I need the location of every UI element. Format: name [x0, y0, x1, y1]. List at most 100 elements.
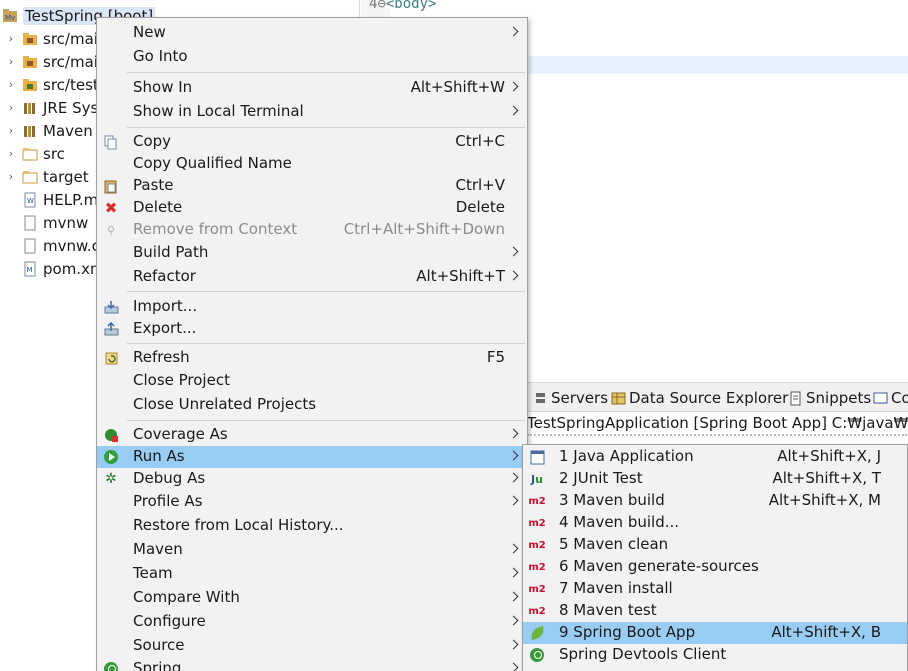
tab-label: Data Source Explorer: [629, 389, 789, 407]
tree-item[interactable]: › JRE Syst: [0, 96, 104, 119]
tab-data-source-explorer[interactable]: Data Source Explorer: [611, 389, 788, 407]
menu-item-run-as[interactable]: Run As: [97, 446, 527, 468]
menu-item-maven-generate-sources[interactable]: m2 6 Maven generate-sources: [523, 556, 907, 578]
menu-item-label: Close Project: [133, 371, 230, 389]
chevron-right-icon[interactable]: ›: [4, 78, 18, 91]
menu-item-spring-boot-app[interactable]: 9 Spring Boot App Alt+Shift+X, B: [523, 622, 907, 644]
tree-item[interactable]: W HELP.m: [0, 188, 98, 211]
menu-item-show-in[interactable]: Show In Alt+Shift+W: [97, 77, 527, 99]
tree-item[interactable]: › Maven: [0, 119, 93, 142]
chevron-right-icon: [510, 25, 518, 39]
chevron-right-icon[interactable]: ›: [4, 101, 18, 114]
menu-item-java-application[interactable]: 1 Java Application Alt+Shift+X, J: [523, 446, 907, 468]
menu-item-source[interactable]: Source: [97, 635, 527, 657]
tree-item[interactable]: › target: [0, 165, 89, 188]
maven-m2-icon: m2: [528, 605, 546, 617]
menu-item-close-project[interactable]: Close Project: [97, 370, 527, 392]
menu-item-label: Spring Devtools Client: [559, 645, 727, 663]
spring-boot-icon: [528, 625, 546, 641]
menu-item-label: 3 Maven build: [559, 491, 665, 509]
menu-item-label: Copy Qualified Name: [133, 154, 292, 172]
chevron-right-icon: [510, 245, 518, 259]
menu-item-team[interactable]: Team: [97, 563, 527, 585]
menu-item-label: Build Path: [133, 243, 209, 261]
menu-item-maven-build-dialog[interactable]: m2 4 Maven build...: [523, 512, 907, 534]
menu-item-paste[interactable]: Paste Ctrl+V: [97, 175, 527, 197]
menu-item-refresh[interactable]: Refresh F5: [97, 347, 527, 369]
menu-item-shortcut: Alt+Shift+X, M: [768, 491, 881, 509]
menu-item-label: Copy: [133, 132, 172, 150]
menu-item-import[interactable]: Import...: [97, 296, 527, 318]
menu-item-configure[interactable]: Configure: [97, 611, 527, 633]
menu-item-label: Close Unrelated Projects: [133, 395, 317, 413]
menu-item-profile-as[interactable]: Profile As: [97, 491, 527, 513]
menu-item-coverage-as[interactable]: Coverage As: [97, 424, 527, 446]
chevron-right-icon[interactable]: ›: [4, 55, 18, 68]
menu-item-shortcut: Ctrl+Alt+Shift+Down: [343, 220, 505, 238]
tab-servers[interactable]: Servers: [533, 389, 608, 407]
menu-item-show-in-local-terminal[interactable]: Show in Local Terminal: [97, 101, 527, 123]
chevron-right-icon[interactable]: ›: [4, 124, 18, 137]
menu-item-compare-with[interactable]: Compare With: [97, 587, 527, 609]
menu-item-copy[interactable]: Copy Ctrl+C: [97, 131, 527, 153]
menu-item-spring[interactable]: Spring: [97, 658, 527, 671]
fold-icon[interactable]: ⊖: [377, 0, 385, 12]
menu-item-restore-from-local-history[interactable]: Restore from Local History...: [97, 515, 527, 537]
tab-snippets[interactable]: Snippets: [788, 389, 871, 407]
chevron-right-icon[interactable]: ›: [4, 170, 18, 183]
tree-item-label: JRE Syst: [43, 98, 105, 117]
tree-item[interactable]: mvnw: [0, 211, 88, 234]
tree-item[interactable]: mvnw.c: [0, 234, 100, 257]
menu-item-build-path[interactable]: Build Path: [97, 242, 527, 264]
tree-item-label: HELP.m: [43, 190, 99, 209]
menu-item-shortcut: F5: [486, 348, 505, 366]
menu-item-label: Spring: [133, 659, 182, 671]
console-output-line: [527, 434, 907, 440]
menu-item-copy-qualified-name[interactable]: Copy Qualified Name: [97, 153, 527, 175]
menu-item-spring-devtools-client[interactable]: Spring Devtools Client: [523, 644, 907, 666]
svg-text:W: W: [27, 197, 34, 205]
menu-item-shortcut: Ctrl+V: [455, 176, 505, 194]
menu-item-junit-test[interactable]: Ju 2 JUnit Test Alt+Shift+X, T: [523, 468, 907, 490]
tab-console[interactable]: Co: [873, 389, 908, 407]
menu-item-export[interactable]: Export...: [97, 318, 527, 340]
maven-file-icon: M: [22, 261, 38, 277]
tree-item[interactable]: › src/main: [0, 27, 108, 50]
menu-item-close-unrelated-projects[interactable]: Close Unrelated Projects: [97, 394, 527, 416]
menu-item-maven-install[interactable]: m2 7 Maven install: [523, 578, 907, 600]
menu-item-debug-as[interactable]: ✲ Debug As: [97, 468, 527, 490]
chevron-right-icon: [510, 427, 518, 441]
tree-item[interactable]: › src: [0, 142, 65, 165]
menu-item-label: Refactor: [133, 267, 196, 285]
menu-item-label: 4 Maven build...: [559, 513, 680, 531]
package-folder-icon: [22, 31, 38, 47]
chevron-right-icon: [510, 566, 518, 580]
chevron-right-icon: [510, 269, 518, 283]
menu-item-maven-test[interactable]: m2 8 Maven test: [523, 600, 907, 622]
run-icon: [103, 449, 119, 465]
chevron-right-icon[interactable]: ›: [4, 32, 18, 45]
tree-item[interactable]: › src/main: [0, 50, 108, 73]
menu-item-delete[interactable]: ✖ Delete Delete: [97, 197, 527, 219]
snippets-icon: [788, 391, 803, 406]
menu-item-refactor[interactable]: Refactor Alt+Shift+T: [97, 266, 527, 288]
maven-m2-icon: m2: [528, 517, 546, 529]
menu-item-new[interactable]: New: [97, 22, 527, 44]
tree-item[interactable]: M pom.xm: [0, 257, 105, 280]
menu-item-maven[interactable]: Maven: [97, 539, 527, 561]
menu-item-label: 7 Maven install: [559, 579, 673, 597]
menu-item-label: Maven: [133, 540, 183, 558]
tree-item[interactable]: › src/test/: [0, 73, 104, 96]
menu-item-shortcut: Alt+Shift+W: [410, 78, 505, 96]
svg-text:M: M: [27, 266, 33, 274]
tree-item-label: src: [43, 144, 65, 163]
menu-item-maven-clean[interactable]: m2 5 Maven clean: [523, 534, 907, 556]
chevron-right-icon[interactable]: ›: [4, 147, 18, 160]
library-icon: [22, 100, 38, 116]
junit-glyph-u: u: [535, 472, 543, 486]
data-source-icon: [611, 391, 626, 406]
menu-item-maven-build[interactable]: m2 3 Maven build Alt+Shift+X, M: [523, 490, 907, 512]
menu-item-go-into[interactable]: Go Into: [97, 46, 527, 68]
file-icon: [22, 238, 38, 254]
menu-item-label: Team: [133, 564, 173, 582]
